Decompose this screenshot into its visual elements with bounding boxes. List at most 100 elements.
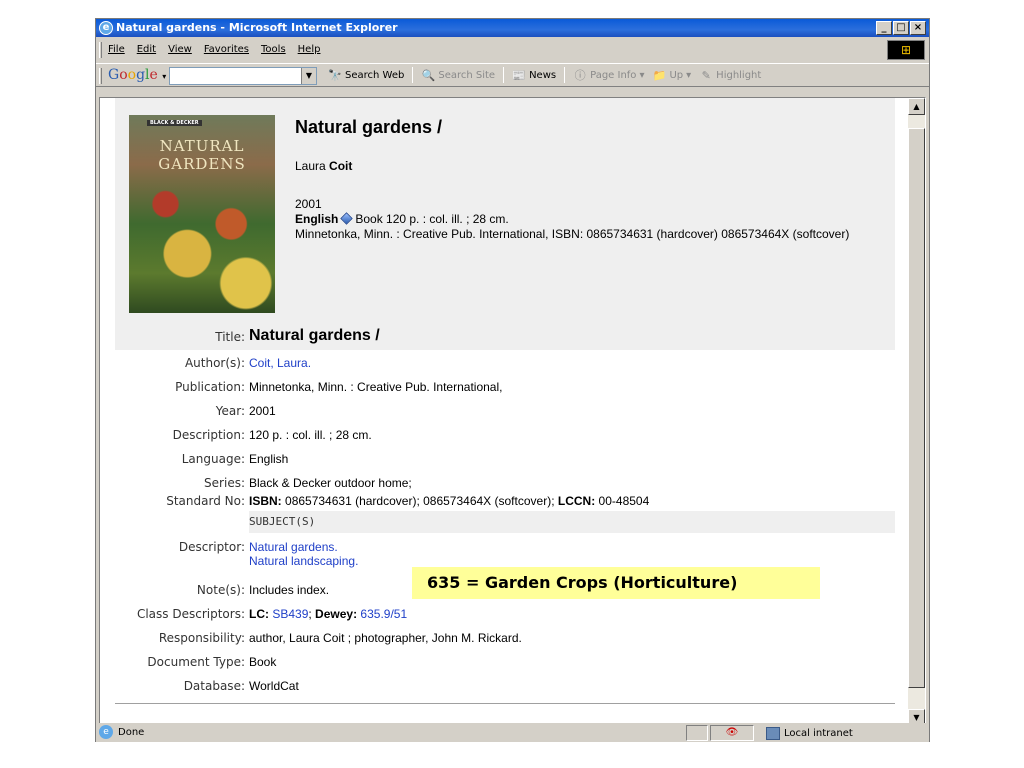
lc-label: LC: (249, 607, 269, 621)
menu-grip[interactable] (99, 42, 102, 58)
site-search-icon: 🔍 (421, 68, 436, 82)
info-icon: ⓘ (574, 68, 586, 82)
page-viewport: BLACK & DECKER NATURAL GARDENS Natural g… (99, 97, 926, 727)
menu-favorites[interactable]: Favorites (204, 39, 249, 61)
window-title: Natural gardens - Microsoft Internet Exp… (116, 21, 398, 34)
scroll-thumb[interactable] (908, 128, 925, 688)
lccn-value: 00-48504 (598, 494, 650, 508)
summary-language-value: English (295, 212, 339, 226)
series-label: Series: (204, 476, 245, 490)
year-value: 2001 (249, 404, 276, 418)
database-value: WorldCat (249, 679, 299, 693)
cover-brand: BLACK & DECKER (147, 120, 202, 126)
folder-up-icon: 📁 (652, 68, 667, 82)
toolbar-separator (412, 67, 414, 83)
vertical-scrollbar[interactable]: ▲ ▼ (908, 98, 925, 726)
search-web-button[interactable]: 🔭 Search Web (328, 69, 404, 82)
ie-window: e Natural gardens - Microsoft Internet E… (95, 18, 930, 742)
series-value: Black & Decker outdoor home; (249, 476, 412, 490)
class-descriptors-label: Class Descriptors: (136, 607, 245, 621)
title-value: Natural gardens / (249, 327, 380, 344)
subjects-header: SUBJECT(S) (249, 511, 895, 533)
publication-label: Publication: (175, 380, 245, 394)
description-value: 120 p. : col. ill. ; 28 cm. (249, 428, 372, 442)
maximize-button[interactable]: □ (893, 21, 909, 35)
title-label: Title: (215, 330, 245, 344)
document-type-label: Document Type: (147, 655, 245, 669)
lccn-label: LCCN: (557, 494, 596, 508)
language-label: Language: (181, 452, 245, 466)
author-label: Author(s): (184, 356, 245, 370)
page-info-label: Page Info (590, 69, 637, 81)
minimize-button[interactable]: _ (876, 21, 892, 35)
up-button[interactable]: 📁 Up ▾ (652, 68, 692, 82)
highlight-button[interactable]: ✎ Highlight (699, 68, 762, 82)
menu-bar: File Edit View Favorites Tools Help ⊞ (96, 39, 929, 61)
isbn-value: 0865734631 (hardcover); 086573464X (soft… (285, 494, 555, 508)
news-button[interactable]: 📰 News (512, 69, 556, 82)
windows-flag-icon: ⊞ (887, 40, 925, 60)
summary-language: English Book 120 p. : col. ill. ; 28 cm. (295, 212, 509, 226)
standard-no-value: ISBN: 0865734631 (hardcover); 086573464X… (249, 494, 649, 508)
database-label: Database: (183, 679, 245, 693)
author-link[interactable]: Coit, Laura. (249, 356, 311, 370)
up-label: Up (669, 69, 684, 81)
isbn-label: ISBN: (249, 494, 282, 508)
bottom-divider (115, 703, 895, 704)
chevron-down-icon[interactable]: ▼ (301, 68, 316, 84)
summary-title: Natural gardens / (295, 117, 443, 137)
dewey-callout-note: 635 = Garden Crops (Horticulture) (412, 567, 820, 599)
menu-file[interactable]: File (108, 39, 125, 61)
zone-label: Local intranet (784, 728, 853, 739)
summary-publication: Minnetonka, Minn. : Creative Pub. Intern… (295, 227, 850, 241)
search-site-button[interactable]: 🔍 Search Site (421, 69, 495, 82)
descriptor-link-natural-landscaping[interactable]: Natural landscaping. (249, 554, 358, 568)
page-info-button[interactable]: ⓘ Page Info ▾ (573, 68, 645, 82)
record-summary-panel: BLACK & DECKER NATURAL GARDENS Natural g… (115, 98, 895, 350)
year-label: Year: (215, 404, 245, 418)
toolbar-grip[interactable] (99, 68, 102, 84)
highlighter-icon: ✎ (701, 68, 711, 82)
google-logo-button[interactable]: Google ▾ (108, 67, 166, 85)
descriptor-link-natural-gardens[interactable]: Natural gardens. (249, 540, 338, 554)
author-first-name: Laura (295, 159, 326, 173)
notes-value: Includes index. (249, 583, 330, 597)
binoculars-icon: 🔭 (328, 68, 342, 82)
class-descriptors-value: LC: SB439; Dewey: 635.9/51 (249, 607, 408, 621)
status-text: Done (118, 727, 145, 738)
toolbar-separator (564, 67, 566, 83)
ie-logo-icon: e (99, 21, 113, 35)
menu-edit[interactable]: Edit (137, 39, 156, 61)
google-search-input[interactable]: ▼ (169, 67, 317, 85)
summary-author: Laura Coit (295, 159, 352, 173)
cover-title-line2: GARDENS (158, 155, 246, 173)
lc-link[interactable]: SB439 (272, 607, 308, 621)
title-bar: e Natural gardens - Microsoft Internet E… (96, 19, 929, 37)
responsibility-label: Responsibility: (158, 631, 245, 645)
descriptor-label: Descriptor: (178, 540, 245, 554)
book-cover-image[interactable]: BLACK & DECKER NATURAL GARDENS (129, 115, 275, 313)
menu-tools[interactable]: Tools (261, 39, 286, 61)
menu-view[interactable]: View (168, 39, 192, 61)
highlight-label: Highlight (716, 69, 762, 81)
google-toolbar: Google ▾ ▼ 🔭 Search Web 🔍 Search Site 📰 New… (96, 63, 929, 87)
responsibility-value: author, Laura Coit ; photographer, John … (249, 631, 522, 645)
book-format-diamond-icon (340, 212, 354, 225)
local-intranet-icon (766, 727, 780, 740)
news-label: News (529, 69, 557, 81)
search-site-label: Search Site (438, 69, 496, 81)
dewey-label: Dewey: (315, 607, 358, 621)
author-last-name: Coit (329, 159, 353, 173)
standard-no-label: Standard No: (166, 494, 245, 508)
menu-help[interactable]: Help (298, 39, 321, 61)
dewey-link[interactable]: 635.9/51 (360, 607, 407, 621)
status-pane-progress (686, 725, 708, 741)
privacy-eye-icon: 👁 (725, 727, 739, 738)
description-label: Description: (172, 428, 245, 442)
cover-title-line1: NATURAL (159, 137, 245, 155)
search-web-label: Search Web (345, 69, 405, 81)
scroll-up-arrow-icon[interactable]: ▲ (908, 98, 925, 115)
close-button[interactable]: × (910, 21, 926, 35)
summary-year: 2001 (295, 197, 322, 211)
status-bar: e Done 👁 Local intranet (96, 723, 929, 742)
